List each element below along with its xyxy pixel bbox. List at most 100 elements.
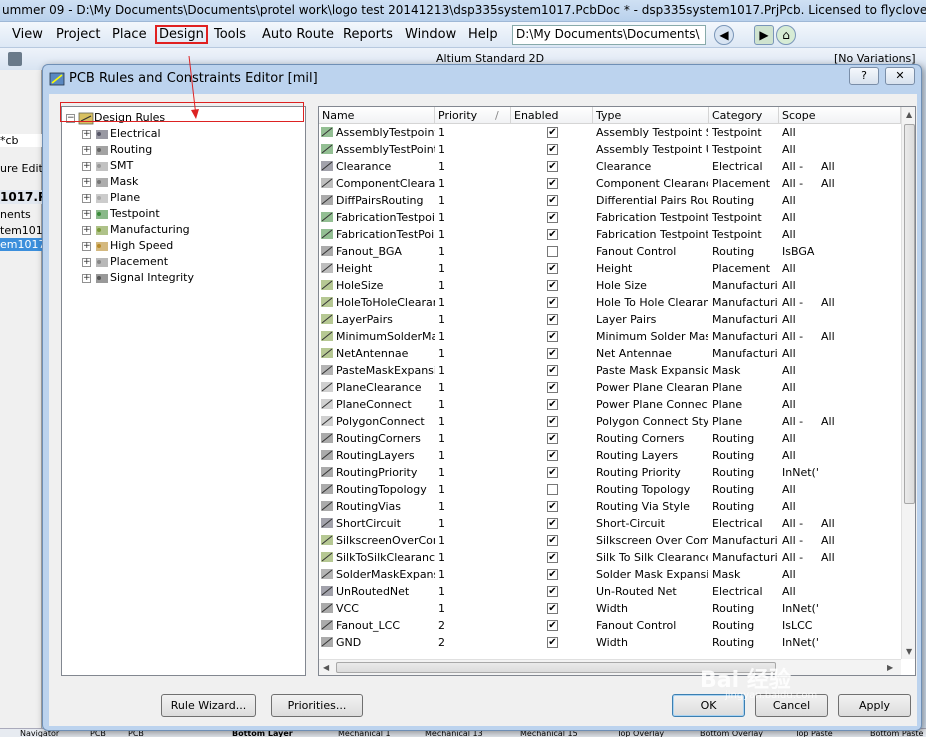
- table-row[interactable]: Height 1 ✔ Height Placement All: [319, 260, 901, 277]
- table-row[interactable]: FabricationTestPoinl 1 ✔ Fabrication Testpo…: [319, 226, 901, 243]
- back-icon[interactable]: ◀: [714, 25, 734, 45]
- table-row[interactable]: PlaneConnect 1 ✔ Power Plane Connect S Plane…: [319, 396, 901, 413]
- scroll-down-icon[interactable]: ▼: [906, 647, 912, 656]
- table-row[interactable]: SolderMaskExpansic1 ✔ Solder Mask Expansio…: [319, 566, 901, 583]
- enabled-checkbox[interactable]: ✔: [547, 195, 558, 206]
- enabled-checkbox[interactable]: ✔: [547, 280, 558, 291]
- enabled-checkbox[interactable]: ✔: [547, 263, 558, 274]
- table-row[interactable]: DiffPairsRouting 1 ✔ Differential Pairs Rou…: [319, 192, 901, 209]
- enabled-checkbox[interactable]: ✔: [547, 501, 558, 512]
- table-row[interactable]: ShortCircuit 1 ✔ Short-Circuit Electrical All…: [319, 515, 901, 532]
- rules-grid[interactable]: Name Priority / Enabled Type Category Sco…: [318, 106, 916, 676]
- enabled-checkbox[interactable]: ✔: [547, 620, 558, 631]
- table-row[interactable]: AssemblyTestPointU1 ✔ Assembly Testpoint U…: [319, 141, 901, 158]
- enabled-checkbox[interactable]: ✔: [547, 144, 558, 155]
- vertical-scrollbar[interactable]: ▲ ▼: [901, 107, 915, 659]
- table-row[interactable]: NetAntennae 1 ✔ Net Antennae Manufacturing Al…: [319, 345, 901, 362]
- enabled-checkbox[interactable]: ✔: [547, 433, 558, 444]
- home-icon[interactable]: ⌂: [776, 25, 796, 45]
- scroll-right-icon[interactable]: ▶: [887, 663, 893, 672]
- close-button[interactable]: ✕: [885, 67, 915, 85]
- column-header-name[interactable]: Name: [319, 107, 435, 124]
- rules-tree[interactable]: − Design Rules + Electrical + Routing + SMT + Mas…: [61, 106, 306, 676]
- expand-icon[interactable]: +: [82, 146, 91, 155]
- panel-item[interactable]: tem1017.: [0, 224, 42, 237]
- table-row[interactable]: Fanout_BGA 1 Fanout Control Routing IsBGA: [319, 243, 901, 260]
- enabled-checkbox[interactable]: ✔: [547, 535, 558, 546]
- enabled-checkbox[interactable]: ✔: [547, 314, 558, 325]
- enabled-checkbox[interactable]: ✔: [547, 161, 558, 172]
- expand-icon[interactable]: +: [82, 162, 91, 171]
- table-row[interactable]: ComponentClearanc1 ✔ Component Clearance Pl…: [319, 175, 901, 192]
- expand-icon[interactable]: +: [82, 194, 91, 203]
- table-row[interactable]: RoutingPriority 1 ✔ Routing Priority Routing…: [319, 464, 901, 481]
- help-button[interactable]: ?: [849, 67, 879, 85]
- table-row[interactable]: MinimumSolderMask1 ✔ Minimum Solder Mask S…: [319, 328, 901, 345]
- expand-icon[interactable]: +: [82, 130, 91, 139]
- enabled-checkbox[interactable]: ✔: [547, 127, 558, 138]
- expand-icon[interactable]: +: [82, 210, 91, 219]
- menu-place[interactable]: Place: [112, 27, 147, 42]
- rule-wizard-button[interactable]: Rule Wizard...: [161, 694, 256, 717]
- panel-item[interactable]: nents: [0, 208, 42, 221]
- menu-help[interactable]: Help: [468, 27, 498, 42]
- enabled-checkbox[interactable]: ✔: [547, 382, 558, 393]
- panel-item[interactable]: ure Edito: [0, 162, 42, 175]
- menu-view[interactable]: View: [12, 27, 43, 42]
- enabled-checkbox[interactable]: [547, 484, 558, 495]
- table-row[interactable]: Clearance 1 ✔ Clearance Electrical All - All: [319, 158, 901, 175]
- expand-icon[interactable]: +: [82, 242, 91, 251]
- table-row[interactable]: HoleToHoleClearanc1 ✔ Hole To Hole Clearan…: [319, 294, 901, 311]
- enabled-checkbox[interactable]: ✔: [547, 450, 558, 461]
- enabled-checkbox[interactable]: [547, 246, 558, 257]
- panel-item[interactable]: *cb: [0, 134, 42, 147]
- enabled-checkbox[interactable]: ✔: [547, 212, 558, 223]
- table-row[interactable]: UnRoutedNet 1 ✔ Un-Routed Net Electrical All: [319, 583, 901, 600]
- enabled-checkbox[interactable]: ✔: [547, 178, 558, 189]
- menu-tools[interactable]: Tools: [214, 27, 246, 42]
- column-header-category[interactable]: Category: [709, 107, 779, 124]
- forward-icon[interactable]: ▶: [754, 25, 774, 45]
- enabled-checkbox[interactable]: ✔: [547, 416, 558, 427]
- expand-icon[interactable]: +: [82, 274, 91, 283]
- enabled-checkbox[interactable]: ✔: [547, 637, 558, 648]
- table-row[interactable]: PasteMaskExpansio 1 ✔ Paste Mask Expansion M…: [319, 362, 901, 379]
- enabled-checkbox[interactable]: ✔: [547, 569, 558, 580]
- enabled-checkbox[interactable]: ✔: [547, 603, 558, 614]
- scroll-left-icon[interactable]: ◀: [323, 663, 329, 672]
- expand-icon[interactable]: +: [82, 226, 91, 235]
- table-row[interactable]: HoleSize 1 ✔ Hole Size Manufacturing All: [319, 277, 901, 294]
- scroll-thumb[interactable]: [904, 124, 915, 504]
- enabled-checkbox[interactable]: ✔: [547, 467, 558, 478]
- table-row[interactable]: VCC 1 ✔ Width Routing InNet('VCC'): [319, 600, 901, 617]
- table-row[interactable]: RoutingCorners 1 ✔ Routing Corners Routing Al…: [319, 430, 901, 447]
- table-row[interactable]: RoutingVias 1 ✔ Routing Via Style Routing All: [319, 498, 901, 515]
- table-row[interactable]: FabricationTestpoint1 ✔ Fabrication Testpo…: [319, 209, 901, 226]
- expand-icon[interactable]: +: [82, 258, 91, 267]
- column-header-enabled[interactable]: Enabled: [511, 107, 593, 124]
- table-row[interactable]: LayerPairs 1 ✔ Layer Pairs Manufacturing All: [319, 311, 901, 328]
- table-row[interactable]: RoutingLayers 1 ✔ Routing Layers Routing All: [319, 447, 901, 464]
- enabled-checkbox[interactable]: ✔: [547, 365, 558, 376]
- menu-design[interactable]: Design: [155, 25, 208, 44]
- table-row[interactable]: AssemblyTestpoint1 ✔ Assembly Testpoint St…: [319, 124, 901, 141]
- column-header-scope[interactable]: Scope: [779, 107, 901, 124]
- menu-project[interactable]: Project: [56, 27, 100, 42]
- enabled-checkbox[interactable]: ✔: [547, 586, 558, 597]
- table-row[interactable]: PolygonConnect 1 ✔ Polygon Connect Style Pla…: [319, 413, 901, 430]
- table-row[interactable]: GND 2 ✔ Width Routing InNet('GND'): [319, 634, 901, 651]
- enabled-checkbox[interactable]: ✔: [547, 518, 558, 529]
- enabled-checkbox[interactable]: ✔: [547, 331, 558, 342]
- menu-reports[interactable]: Reports: [343, 27, 393, 42]
- table-row[interactable]: RoutingTopology 1 Routing Topology Routing A…: [319, 481, 901, 498]
- table-row[interactable]: PlaneClearance 1 ✔ Power Plane Clearance Pla…: [319, 379, 901, 396]
- enabled-checkbox[interactable]: ✔: [547, 348, 558, 359]
- enabled-checkbox[interactable]: ✔: [547, 297, 558, 308]
- table-row[interactable]: Fanout_LCC 2 ✔ Fanout Control Routing IsLCC: [319, 617, 901, 634]
- scroll-up-icon[interactable]: ▲: [906, 110, 912, 119]
- panel-item[interactable]: em1017.: [0, 238, 42, 251]
- panel-item[interactable]: 1017.P: [0, 190, 42, 204]
- horizontal-scrollbar[interactable]: ◀ ▶: [319, 659, 901, 675]
- enabled-checkbox[interactable]: ✔: [547, 552, 558, 563]
- menu-auto-route[interactable]: Auto Route: [262, 27, 334, 42]
